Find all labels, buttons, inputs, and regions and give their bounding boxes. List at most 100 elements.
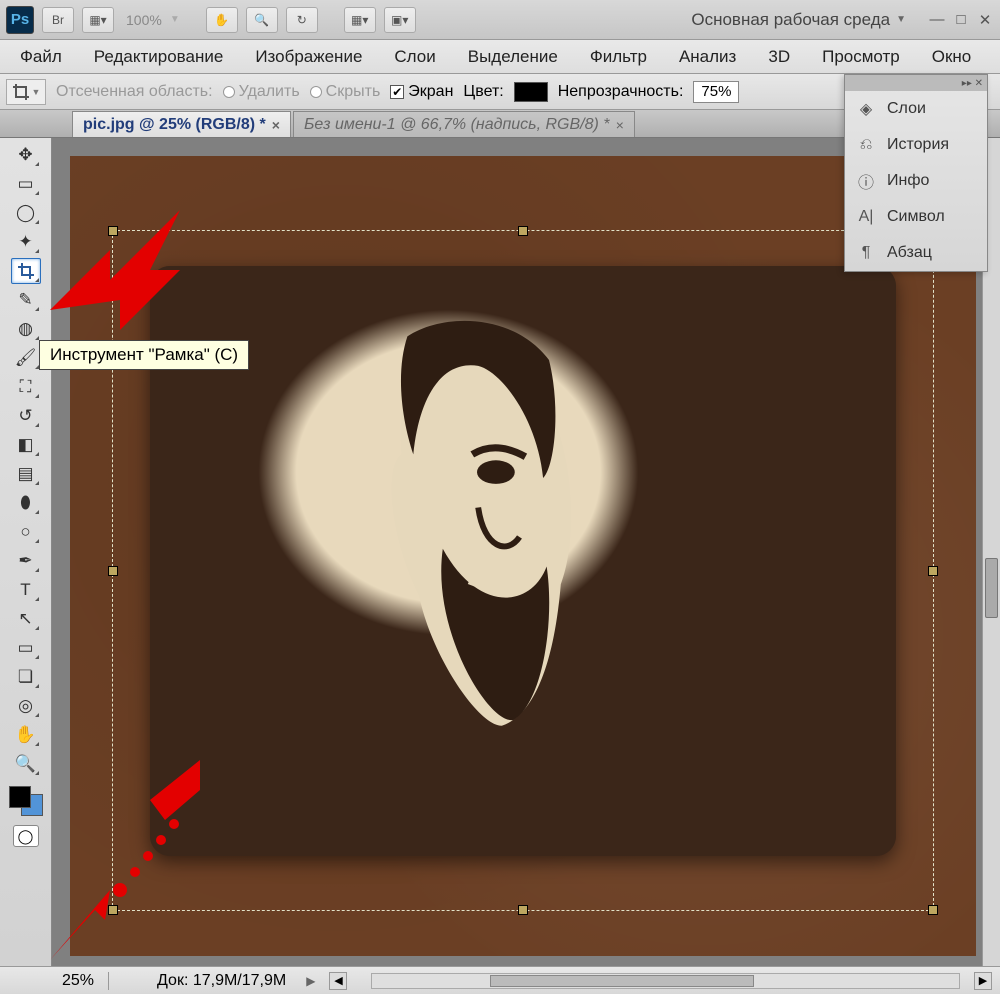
tool-eyedrop[interactable]: ✎ bbox=[11, 287, 41, 313]
crop-options-icon[interactable]: ▼ bbox=[6, 79, 46, 105]
crop-handle-b[interactable] bbox=[518, 905, 528, 915]
panel-icon: ⓘ bbox=[855, 170, 877, 192]
tool-shape[interactable]: ▭ bbox=[11, 635, 41, 661]
bridge-button[interactable]: Br bbox=[42, 7, 74, 33]
scrollbar-thumb[interactable] bbox=[985, 558, 998, 618]
tool-stamp[interactable]: ⛶ bbox=[11, 374, 41, 400]
scroll-right-button[interactable]: ▶ bbox=[974, 972, 992, 990]
menu-слои[interactable]: Слои bbox=[378, 41, 451, 73]
crop-handle-t[interactable] bbox=[518, 226, 528, 236]
panel-label: Абзац bbox=[887, 244, 932, 262]
panel-абзац[interactable]: ¶ Абзац bbox=[845, 235, 987, 271]
tool-marquee[interactable]: ▭ bbox=[11, 171, 41, 197]
panel-icon: ◈ bbox=[855, 98, 877, 120]
info-dropdown-icon[interactable]: ▶ bbox=[306, 974, 315, 988]
status-bar: 25% Док: 17,9M/17,9M ▶ ◀ ▶ bbox=[0, 966, 1000, 994]
crop-marquee[interactable] bbox=[112, 230, 934, 911]
tool-type[interactable]: T bbox=[11, 577, 41, 603]
tool-zoom[interactable]: 🔍 bbox=[11, 751, 41, 777]
menu-редактирование[interactable]: Редактирование bbox=[78, 41, 240, 73]
tool-dodge[interactable]: ○ bbox=[11, 519, 41, 545]
rotate-view-shortcut[interactable]: ↻ bbox=[286, 7, 318, 33]
minimize-button[interactable]: — bbox=[928, 11, 946, 29]
tool-wand[interactable]: ✦ bbox=[11, 229, 41, 255]
zoom-level[interactable]: 25% bbox=[62, 972, 94, 990]
document-tab-inactive[interactable]: Без имени-1 @ 66,7% (надпись, RGB/8) *× bbox=[293, 111, 635, 137]
arrange-button[interactable]: ▦▾ bbox=[344, 7, 376, 33]
hide-radio[interactable]: Скрыть bbox=[310, 83, 381, 101]
panel-icon: ¶ bbox=[855, 242, 877, 264]
hscroll-thumb[interactable] bbox=[490, 975, 754, 987]
crop-handle-br[interactable] bbox=[928, 905, 938, 915]
screen-checkbox[interactable]: ✔Экран bbox=[390, 83, 453, 101]
dropdown-icon: ▼ bbox=[170, 14, 180, 25]
document-info[interactable]: Док: 17,9M/17,9M bbox=[157, 972, 286, 990]
panel-icon: ⎌ bbox=[855, 134, 877, 156]
annotation-arrow-2 bbox=[50, 760, 220, 960]
menu-окно[interactable]: Окно bbox=[916, 41, 988, 73]
chevron-down-icon: ▼ bbox=[896, 14, 906, 25]
tools-panel: ✥ ▭ ◯ ✦ ✎ ◍ 🖌 ⛶ ↺ ◧ ▤ ⬮ ○ ✒ T ↖ ▭ ❏ ◎ ✋ 🔍 ◯ bbox=[0, 138, 52, 966]
mb-button[interactable]: ▦▾ bbox=[82, 7, 114, 33]
crop-handle-r[interactable] bbox=[928, 566, 938, 576]
cropped-area-label: Отсеченная область: bbox=[56, 83, 213, 101]
tool-hand[interactable]: ✋ bbox=[11, 722, 41, 748]
title-bar: Ps Br ▦▾ 100% ▼ ✋ 🔍 ↻ ▦▾ ▣▾ Основная раб… bbox=[0, 0, 1000, 40]
menu-анализ[interactable]: Анализ bbox=[663, 41, 752, 73]
delete-radio[interactable]: Удалить bbox=[223, 83, 300, 101]
tool-gradient[interactable]: ▤ bbox=[11, 461, 41, 487]
quick-mask-toggle[interactable]: ◯ bbox=[13, 825, 39, 847]
crop-handle-l[interactable] bbox=[108, 566, 118, 576]
zoom-tool-shortcut[interactable]: 🔍 bbox=[246, 7, 278, 33]
tool-heal[interactable]: ◍ bbox=[11, 316, 41, 342]
tool-history-brush[interactable]: ↺ bbox=[11, 403, 41, 429]
tool-brush[interactable]: 🖌 bbox=[11, 345, 41, 371]
opacity-label: Непрозрачность: bbox=[558, 83, 684, 101]
menu-файл[interactable]: Файл bbox=[4, 41, 78, 73]
hand-tool-shortcut[interactable]: ✋ bbox=[206, 7, 238, 33]
panel-слои[interactable]: ◈ Слои bbox=[845, 91, 987, 127]
menu-просмотр[interactable]: Просмотр bbox=[806, 41, 916, 73]
foreground-background-colors[interactable] bbox=[9, 786, 43, 816]
opacity-input[interactable]: 75% bbox=[693, 81, 739, 103]
panel-символ[interactable]: A|Символ bbox=[845, 199, 987, 235]
menu-фильтр[interactable]: Фильтр bbox=[574, 41, 663, 73]
panel-dock-header[interactable]: ▸▸ ✕ bbox=[845, 75, 987, 91]
panel-label: Слои bbox=[887, 100, 926, 118]
panel-label: Символ bbox=[887, 208, 945, 226]
document-tab-active[interactable]: pic.jpg @ 25% (RGB/8) *× bbox=[72, 111, 291, 137]
horizontal-scrollbar[interactable] bbox=[371, 973, 960, 989]
menu-bar: ФайлРедактированиеИзображениеСлоиВыделен… bbox=[0, 40, 1000, 74]
tool-lasso[interactable]: ◯ bbox=[11, 200, 41, 226]
menu-выделение[interactable]: Выделение bbox=[452, 41, 574, 73]
panel-инфо[interactable]: ⓘ Инфо bbox=[845, 163, 987, 199]
close-button[interactable]: ✕ bbox=[976, 11, 994, 29]
tool-crop[interactable] bbox=[11, 258, 41, 284]
menu-3d[interactable]: 3D bbox=[752, 41, 806, 73]
color-label: Цвет: bbox=[463, 83, 503, 101]
screen-mode-button[interactable]: ▣▾ bbox=[384, 7, 416, 33]
scroll-left-button[interactable]: ◀ bbox=[329, 972, 347, 990]
tool-eraser[interactable]: ◧ bbox=[11, 432, 41, 458]
zoom-display: 100% bbox=[126, 12, 162, 28]
tool-path[interactable]: ↖ bbox=[11, 606, 41, 632]
close-icon[interactable]: × bbox=[616, 117, 624, 133]
photoshop-logo: Ps bbox=[6, 6, 34, 34]
menu-спра[interactable]: Спра bbox=[987, 41, 1000, 73]
tool-3d[interactable]: ❏ bbox=[11, 664, 41, 690]
tool-blur[interactable]: ⬮ bbox=[11, 490, 41, 516]
panel-история[interactable]: ⎌ История bbox=[845, 127, 987, 163]
tool-move[interactable]: ✥ bbox=[11, 142, 41, 168]
tool-3dcam[interactable]: ◎ bbox=[11, 693, 41, 719]
menu-изображение[interactable]: Изображение bbox=[239, 41, 378, 73]
shield-color-swatch[interactable] bbox=[514, 82, 548, 102]
panel-dock: ▸▸ ✕ ◈ Слои ⎌ История ⓘ Инфо A|Символ ¶ Абзац bbox=[844, 74, 988, 272]
panel-label: Инфо bbox=[887, 172, 929, 190]
annotation-arrow-1 bbox=[50, 200, 190, 350]
workspace-switcher[interactable]: Основная рабочая среда▼ bbox=[691, 10, 906, 30]
tool-tooltip: Инструмент "Рамка" (C) bbox=[39, 340, 249, 370]
tool-pen[interactable]: ✒ bbox=[11, 548, 41, 574]
panel-label: История bbox=[887, 136, 949, 154]
maximize-button[interactable]: □ bbox=[952, 11, 970, 29]
close-icon[interactable]: × bbox=[272, 117, 280, 133]
